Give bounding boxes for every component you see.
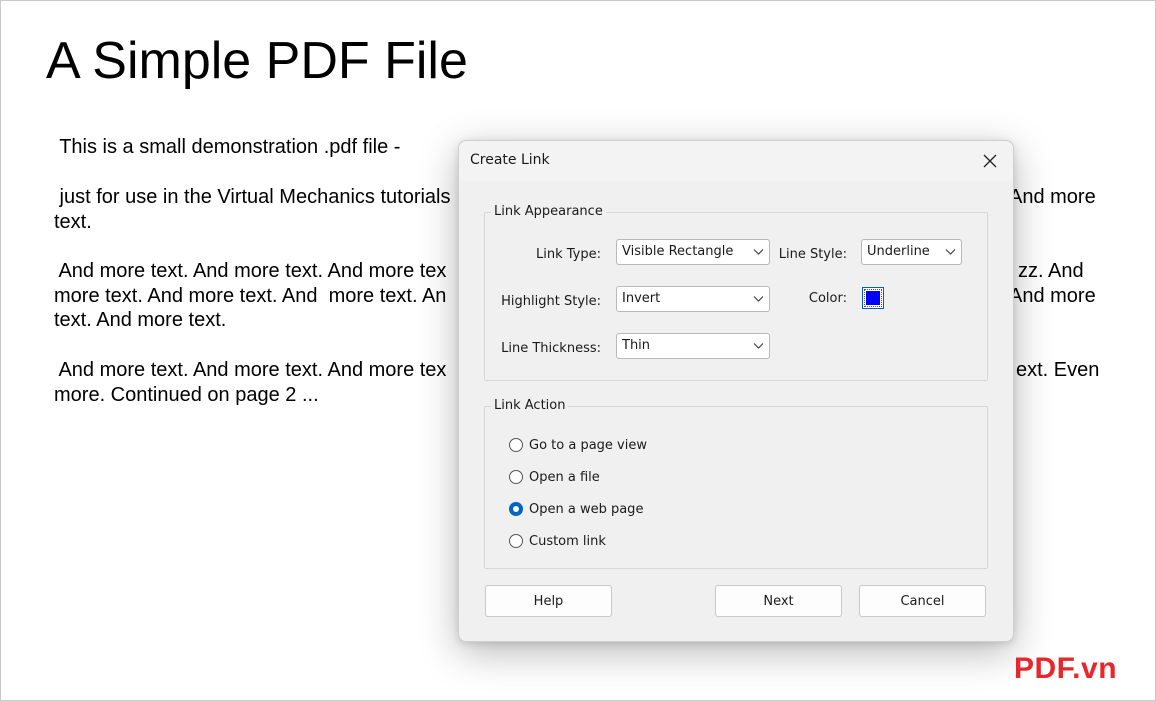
highlight-style-value: Invert [622,291,661,306]
color-picker-button[interactable] [862,287,884,309]
chevron-down-icon [753,343,764,349]
document-line: And more text. And more text. And more t… [54,359,447,381]
radio-label: Open a file [529,469,600,485]
chevron-down-icon [945,249,956,255]
radio-open-web-page[interactable]: Open a web page [509,499,643,519]
radio-button[interactable] [509,534,523,548]
radio-button[interactable] [509,470,523,484]
link-appearance-label: Link Appearance [491,204,606,219]
line-thickness-value: Thin [622,338,651,353]
document-title: A Simple PDF File [46,32,468,90]
link-type-label: Link Type: [536,247,601,262]
chevron-down-icon [753,296,764,302]
line-thickness-dropdown[interactable]: Thin [616,333,770,359]
radio-custom-link[interactable]: Custom link [509,531,606,551]
highlight-style-label: Highlight Style: [501,294,601,309]
line-style-value: Underline [867,244,930,259]
line-style-dropdown[interactable]: Underline [861,239,962,265]
radio-label: Go to a page view [529,437,647,453]
radio-label: Open a web page [529,501,644,517]
link-action-label: Link Action [491,398,569,413]
document-line: text. And more text. [54,309,227,331]
document-line-fragment: And more [1009,186,1096,208]
radio-label: Custom link [529,533,606,549]
next-button[interactable]: Next [715,585,842,617]
chevron-down-icon [753,249,764,255]
close-icon [983,154,997,168]
create-link-dialog: Create Link Link Appearance Link Type: V… [458,140,1014,642]
document-line: This is a small demonstration .pdf file … [54,136,401,158]
document-line-fragment: zz. And [1018,260,1084,282]
link-type-dropdown[interactable]: Visible Rectangle [616,239,770,265]
document-line: just for use in the Virtual Mechanics tu… [54,186,451,208]
line-style-label: Line Style: [778,247,847,262]
line-thickness-label: Line Thickness: [501,341,601,356]
color-label: Color: [808,291,847,306]
link-type-value: Visible Rectangle [622,244,734,259]
document-line-fragment: And more [1009,285,1096,307]
document-line: more. Continued on page 2 ... [54,384,319,406]
document-line: And more text. And more text. And more t… [54,260,447,282]
dialog-title: Create Link [470,152,550,168]
document-line: text. [54,211,92,233]
radio-open-file[interactable]: Open a file [509,467,600,487]
radio-go-to-page-view[interactable]: Go to a page view [509,435,647,455]
highlight-style-dropdown[interactable]: Invert [616,286,770,312]
document-line: more text. And more text. And more text.… [54,285,447,307]
help-button[interactable]: Help [485,585,612,617]
watermark-logo: PDF.vn [1014,652,1118,685]
radio-button[interactable] [509,438,523,452]
document-line-fragment: ext. Even [1016,359,1100,381]
dialog-titlebar[interactable]: Create Link [459,141,1013,181]
radio-button-selected[interactable] [509,502,523,516]
color-swatch [866,291,880,305]
close-button[interactable] [975,147,1005,175]
cancel-button[interactable]: Cancel [859,585,986,617]
